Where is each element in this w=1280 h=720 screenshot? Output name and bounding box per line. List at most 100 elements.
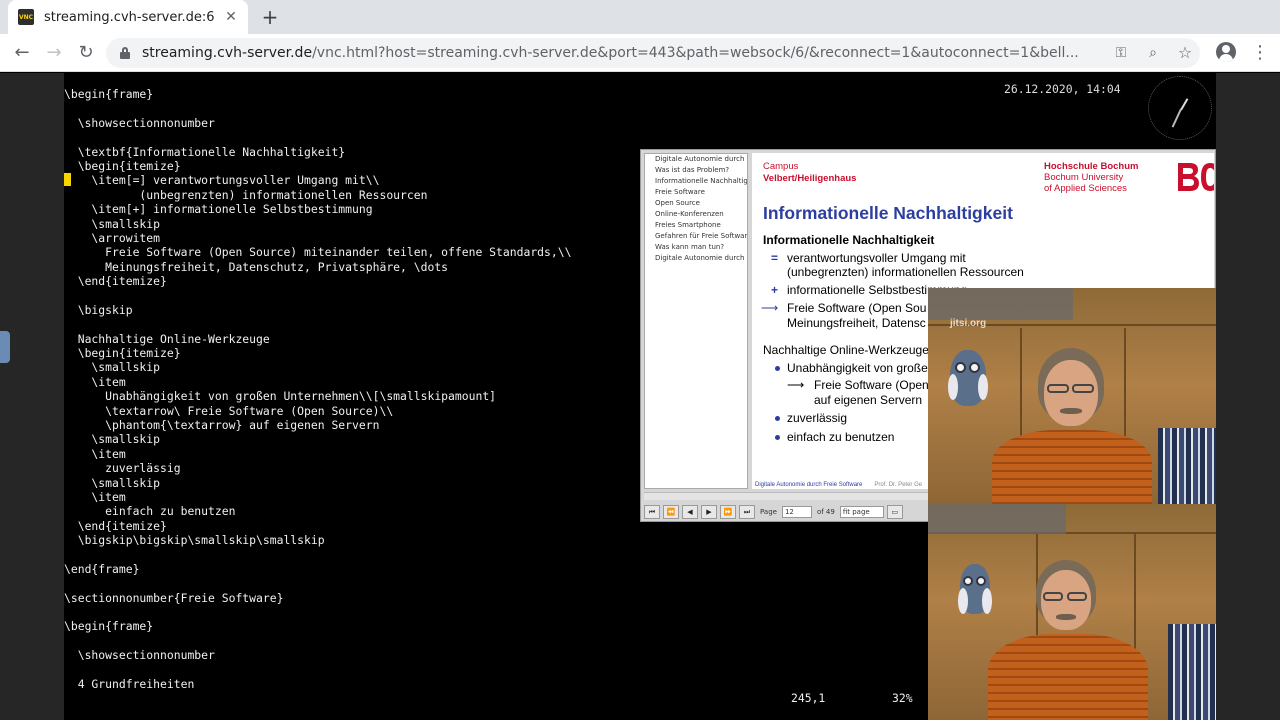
outline-item[interactable]: Was ist das Problem? — [645, 165, 747, 176]
item-text: (unbegrenzten) informationellen Ressourc… — [787, 265, 1024, 279]
video-preview-strip — [928, 288, 1073, 320]
forward-icon[interactable]: ⏩ — [720, 505, 736, 519]
pdf-outline-panel[interactable]: Digitale Autonomie durch F Was ist das Pr… — [644, 153, 748, 489]
video-tile-remote[interactable]: jitsi.org — [928, 288, 1216, 504]
profile-icon[interactable] — [1216, 42, 1236, 62]
bullet-dot — [775, 365, 780, 371]
editor-line: \item — [64, 489, 126, 504]
slide-item: = verantwortungsvoller Umgang mit (unbeg… — [763, 251, 1203, 280]
editor-line: \textbf{Informationelle Nachhaltigkeit} — [64, 144, 346, 159]
zoom-select[interactable]: fit page — [839, 506, 884, 518]
file-percent: 32% — [892, 691, 913, 705]
editor-line: Unabhängigkeit von großen Unternehmen\\[… — [64, 389, 497, 404]
editor-line: \arrowitem — [64, 230, 161, 245]
outline-item[interactable]: Digitale Autonomie durch F — [645, 154, 747, 165]
vnc-viewport[interactable]: \begin{frame} \showsectionnonumber \text… — [0, 73, 1280, 720]
editor-line: \item — [64, 374, 126, 389]
editor-line: Meinungsfreiheit, Datenschutz, Privatsph… — [64, 259, 449, 274]
university-line: Bochum University — [1044, 172, 1124, 183]
owl-figure-icon — [958, 564, 992, 614]
url-host: streaming.cvh-server.de — [142, 45, 313, 61]
editor-line: \textarrow\ Freie Software (Open Source)… — [64, 403, 394, 418]
zoom-icon[interactable]: ⌕ — [1142, 42, 1164, 64]
new-tab-icon[interactable]: + — [258, 5, 282, 29]
back-icon[interactable]: ← — [9, 40, 35, 66]
outline-item[interactable]: Freie Software — [645, 187, 747, 198]
lock-icon[interactable] — [120, 47, 130, 59]
editor-line: \bigskip — [64, 302, 133, 317]
editor-line: \smallskip — [64, 432, 161, 447]
outline-item[interactable]: Informationelle Nachhaltigk — [645, 176, 747, 187]
close-tab-icon[interactable]: ✕ — [222, 8, 240, 26]
editor-line: Freie Software (Open Source) miteinander… — [64, 245, 572, 260]
video-tile-local[interactable] — [928, 504, 1216, 720]
jitsi-watermark: jitsi.org — [950, 318, 987, 329]
bookshelf — [1158, 428, 1216, 504]
remote-screen[interactable]: \begin{frame} \showsectionnonumber \text… — [64, 73, 1216, 720]
editor-line: (unbegrenzten) informationellen Ressourc… — [64, 187, 428, 202]
browser-tab[interactable]: VNC streaming.cvh-server.de:6 ✕ — [8, 0, 248, 34]
slide-campus: Campus Velbert/Heiligenhaus — [763, 161, 856, 185]
key-icon[interactable]: ⚿ — [1110, 42, 1132, 64]
bookshelf — [1168, 624, 1216, 720]
clock-minute-hand — [1171, 108, 1182, 128]
editor-line: \bigskip\bigskip\smallskip\smallskip — [64, 533, 325, 548]
fit-width-icon[interactable]: ▭ — [886, 505, 903, 519]
outline-item[interactable]: Open Source — [645, 198, 747, 209]
footer-author: Prof. Dr. Peter Ge — [874, 482, 923, 488]
slide-title: Informationelle Nachhaltigkeit — [763, 203, 1013, 223]
editor-line: \begin{itemize} — [64, 346, 181, 361]
editor-line: Nachhaltige Online-Werkzeuge — [64, 331, 270, 346]
prev-page-icon[interactable]: ◀ — [682, 505, 698, 519]
item-mark: ⟶ — [761, 301, 779, 315]
clock-datetime: 26.12.2020, 14:04 — [1004, 82, 1121, 96]
editor-line: \phantom{\textarrow} auf eigenen Servern — [64, 417, 380, 432]
outline-item[interactable]: Gefahren für Freie Software — [645, 231, 747, 242]
editor-line: \smallskip — [64, 360, 161, 375]
editor-text[interactable]: \begin{frame} \showsectionnonumber \text… — [64, 87, 571, 691]
outline-item[interactable]: Digitale Autonomie durch F — [645, 253, 747, 264]
browser-toolbar: ← → ↻ streaming.cvh-server.de/vnc.html?h… — [0, 34, 1280, 72]
footer-title: Digitale Autonomie durch Freie Software — [755, 482, 863, 488]
last-page-icon[interactable]: ⏭ — [739, 505, 755, 519]
bullet-dot — [775, 416, 780, 421]
reload-icon[interactable]: ↻ — [73, 40, 99, 66]
editor-line: zuverlässig — [64, 461, 181, 476]
star-icon[interactable]: ☆ — [1174, 42, 1196, 64]
editor-line: \begin{frame} — [64, 87, 154, 101]
editor-line: \end{itemize} — [64, 518, 167, 533]
editor-line: 4 Grundfreiheiten — [64, 677, 195, 692]
outline-item[interactable]: Freies Smartphone — [645, 220, 747, 231]
owl-figure-icon — [948, 350, 988, 406]
editor-line: \end{frame} — [64, 561, 140, 576]
first-page-icon[interactable]: ⏮ — [644, 505, 660, 519]
address-bar[interactable]: streaming.cvh-server.de/vnc.html?host=st… — [106, 38, 1200, 68]
analog-clock — [1148, 76, 1212, 140]
editor-line: \showsectionnonumber — [64, 648, 215, 663]
outline-item[interactable]: Was kann man tun? — [645, 242, 747, 253]
url-path: /vnc.html?host=streaming.cvh-server.de&p… — [312, 45, 1079, 61]
menu-icon[interactable]: ⋮ — [1250, 40, 1270, 66]
editor-line: \begin{frame} — [64, 619, 154, 634]
editor-line: \sectionnonumber{Freie Software} — [64, 590, 284, 605]
university-line: Hochschule Bochum — [1044, 161, 1139, 172]
page-count: of 49 — [816, 508, 835, 516]
next-page-icon[interactable]: ▶ — [701, 505, 717, 519]
url-text[interactable]: streaming.cvh-server.de/vnc.html?host=st… — [142, 45, 1092, 61]
forward-icon[interactable]: → — [41, 40, 67, 66]
outline-item[interactable]: Online-Konferenzen — [645, 209, 747, 220]
cursor-position: 245,1 — [791, 691, 826, 705]
bo-logo-icon — [1178, 163, 1214, 191]
rewind-icon[interactable]: ⏪ — [663, 505, 679, 519]
editor-line-text: \item[=] verantwortungsvoller Umgang mit… — [64, 173, 380, 188]
editor-line: \smallskip — [64, 216, 161, 231]
vnc-sidebar-handle[interactable] — [0, 331, 10, 363]
editor-line: \item[=] verantwortungsvoller Umgang mit… — [64, 173, 571, 187]
slide-university: Hochschule Bochum Bochum University of A… — [1044, 161, 1139, 194]
page-input[interactable]: 12 — [781, 506, 812, 518]
